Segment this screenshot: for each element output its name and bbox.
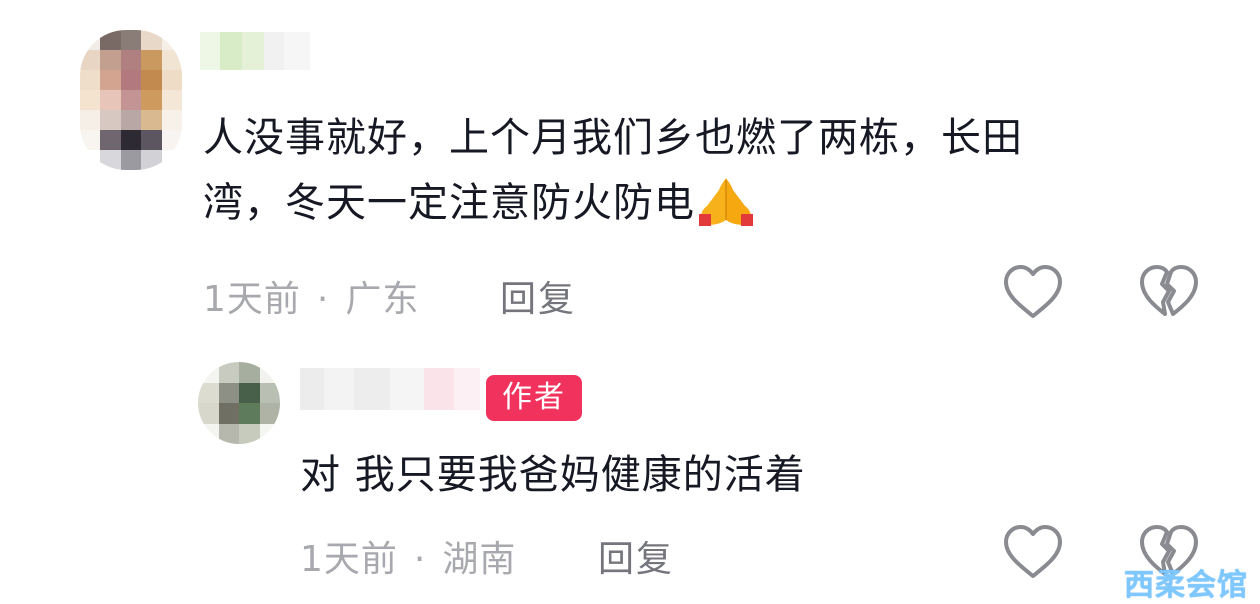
author-badge: 作者 [486, 375, 582, 421]
avatar[interactable] [198, 362, 280, 444]
comment-text-line: 湾，冬天一定注意防火防电 [203, 180, 695, 226]
comment-location: 广东 [345, 279, 420, 320]
username-blurred[interactable] [200, 32, 310, 70]
watermark: 西柔会馆 [1124, 568, 1248, 603]
reply-button[interactable]: 回复 [500, 270, 576, 322]
avatar[interactable] [80, 30, 182, 170]
comment-text: 对 我只要我爸妈健康的活着 [300, 452, 806, 498]
heart-icon[interactable] [1002, 524, 1064, 580]
folded-hands-icon [699, 178, 753, 226]
separator: · [413, 539, 427, 580]
comment-meta: 1天前 · 广东 [203, 270, 419, 322]
comment-text-line: 人没事就好，上个月我们乡也燃了两栋，长田 [203, 115, 1023, 161]
comment-meta: 1天前 · 湖南 [300, 530, 516, 582]
comment-location: 湖南 [442, 539, 517, 580]
comment-time: 1天前 [203, 279, 301, 320]
username-blurred[interactable] [300, 368, 480, 410]
comment-time: 1天前 [300, 539, 398, 580]
separator: · [316, 279, 330, 320]
comment-text: 人没事就好，上个月我们乡也燃了两栋，长田 湾，冬天一定注意防火防电 [203, 106, 1223, 236]
reply-button[interactable]: 回复 [598, 530, 674, 582]
heart-icon[interactable] [1002, 264, 1064, 320]
broken-heart-icon[interactable] [1138, 264, 1200, 320]
